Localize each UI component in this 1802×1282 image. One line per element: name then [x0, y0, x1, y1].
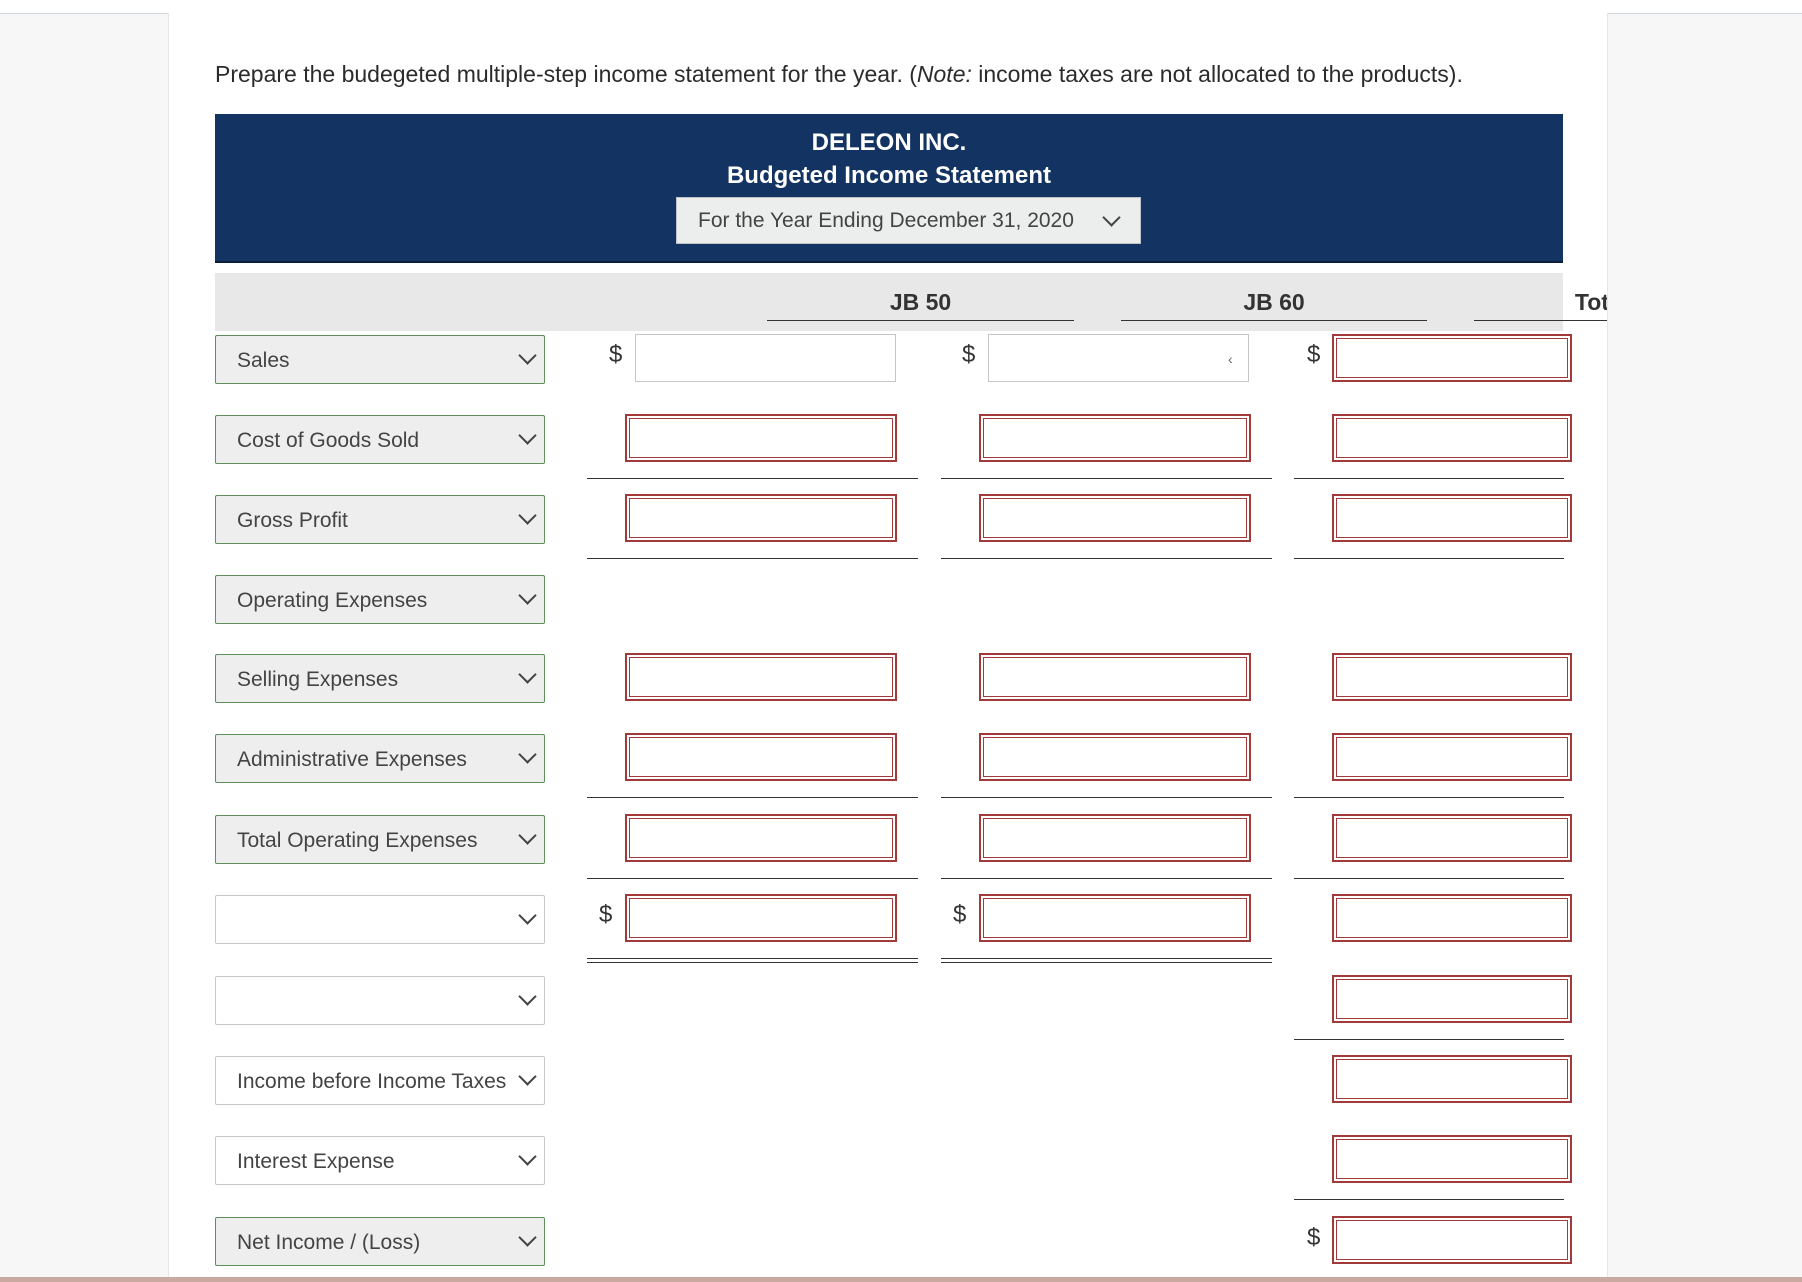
- chevron-down-icon: [518, 826, 537, 845]
- chevron-down-icon: [518, 1147, 537, 1166]
- company-name: DELEON INC.: [811, 129, 967, 156]
- chevron-down-icon: [518, 1228, 537, 1247]
- currency-symbol: $: [609, 341, 623, 368]
- row-label-dropdown-cogs[interactable]: Cost of Goods Sold: [215, 415, 545, 464]
- underline: [941, 797, 1272, 798]
- total-opex-jb60-input[interactable]: [979, 814, 1251, 862]
- underline: [587, 878, 918, 879]
- chevron-down-icon: [518, 426, 537, 445]
- underline: [587, 478, 918, 479]
- interest-expense-total-input[interactable]: [1332, 1135, 1572, 1183]
- net-income-total-input[interactable]: [1332, 1216, 1572, 1264]
- chevron-down-icon: [518, 586, 537, 605]
- chevron-down-icon: [518, 346, 537, 365]
- sales-jb60-input[interactable]: [988, 334, 1249, 382]
- gross-profit-total-input[interactable]: [1332, 494, 1572, 542]
- row-label-dropdown-gross-profit[interactable]: Gross Profit: [215, 495, 545, 544]
- column-headers: JB 50 JB 60 Total: [215, 273, 1607, 331]
- chevron-down-icon: [518, 665, 537, 684]
- row-label-dropdown-interest-expense[interactable]: Interest Expense: [215, 1136, 545, 1185]
- double-underline: [587, 958, 918, 963]
- chevron-down-icon: [518, 506, 537, 525]
- gross-profit-jb60-input[interactable]: [979, 494, 1251, 542]
- underline: [587, 558, 918, 559]
- income-before-taxes-total-input[interactable]: [1332, 1055, 1572, 1103]
- row-label-dropdown-empty-2[interactable]: [215, 976, 545, 1025]
- row8-jb60-input[interactable]: [979, 894, 1251, 942]
- currency-symbol: $: [962, 341, 976, 368]
- question-panel: Prepare the budegeted multiple-step inco…: [168, 13, 1608, 1282]
- cogs-total-input[interactable]: [1332, 414, 1572, 462]
- admin-jb60-input[interactable]: [979, 733, 1251, 781]
- row-label-dropdown-sales[interactable]: Sales: [215, 335, 545, 384]
- row-label-dropdown-selling-expenses[interactable]: Selling Expenses: [215, 654, 545, 703]
- chevron-down-icon: [518, 906, 537, 925]
- underline: [941, 558, 1272, 559]
- row-label-dropdown-net-income[interactable]: Net Income / (Loss): [215, 1217, 545, 1266]
- column-header-jb60: JB 60: [1121, 289, 1427, 321]
- row-label-dropdown-empty-1[interactable]: [215, 895, 545, 944]
- gross-profit-jb50-input[interactable]: [625, 494, 897, 542]
- underline: [1294, 558, 1564, 559]
- chevron-down-icon: [518, 745, 537, 764]
- currency-symbol: $: [953, 901, 967, 928]
- admin-jb50-input[interactable]: [625, 733, 897, 781]
- total-opex-total-input[interactable]: [1332, 814, 1572, 862]
- underline: [1294, 1199, 1564, 1200]
- row-label-dropdown-income-before-taxes[interactable]: Income before Income Taxes: [215, 1056, 545, 1105]
- underline: [941, 478, 1272, 479]
- sales-total-input[interactable]: [1332, 334, 1572, 382]
- row8-jb50-input[interactable]: [625, 894, 897, 942]
- column-header-jb50: JB 50: [767, 289, 1074, 321]
- underline: [587, 797, 918, 798]
- currency-symbol: $: [599, 901, 613, 928]
- cogs-jb60-input[interactable]: [979, 414, 1251, 462]
- top-divider: [0, 0, 1802, 14]
- row-label-dropdown-total-operating-expenses[interactable]: Total Operating Expenses: [215, 815, 545, 864]
- cursor-marker: ‹: [1228, 351, 1233, 367]
- selling-total-input[interactable]: [1332, 653, 1572, 701]
- period-dropdown-value: For the Year Ending December 31, 2020: [698, 209, 1074, 232]
- total-opex-jb50-input[interactable]: [625, 814, 897, 862]
- cogs-jb50-input[interactable]: [625, 414, 897, 462]
- row-label-dropdown-operating-expenses[interactable]: Operating Expenses: [215, 575, 545, 624]
- row-label-dropdown-administrative-expenses[interactable]: Administrative Expenses: [215, 734, 545, 783]
- underline: [1294, 478, 1564, 479]
- chevron-down-icon: [1102, 208, 1121, 227]
- currency-symbol: $: [1307, 1224, 1321, 1251]
- currency-symbol: $: [1307, 341, 1321, 368]
- row8-total-input[interactable]: [1332, 894, 1572, 942]
- underline: [1294, 797, 1564, 798]
- double-underline: [941, 958, 1272, 963]
- chevron-down-icon: [518, 1067, 537, 1086]
- row9-total-input[interactable]: [1332, 975, 1572, 1023]
- selling-jb50-input[interactable]: [625, 653, 897, 701]
- underline: [941, 878, 1272, 879]
- selling-jb60-input[interactable]: [979, 653, 1251, 701]
- admin-total-input[interactable]: [1332, 733, 1572, 781]
- underline: [1294, 1039, 1564, 1040]
- sales-jb50-input[interactable]: [635, 334, 896, 382]
- instruction-text: Prepare the budegeted multiple-step inco…: [215, 61, 1463, 87]
- column-header-total: Total: [1474, 289, 1607, 321]
- bottom-divider: [0, 1277, 1802, 1282]
- period-dropdown[interactable]: For the Year Ending December 31, 2020: [676, 197, 1141, 244]
- statement-header: DELEON INC. Budgeted Income Statement Fo…: [215, 114, 1563, 263]
- underline: [1294, 878, 1564, 879]
- statement-title: Budgeted Income Statement: [726, 162, 1052, 189]
- chevron-down-icon: [518, 987, 537, 1006]
